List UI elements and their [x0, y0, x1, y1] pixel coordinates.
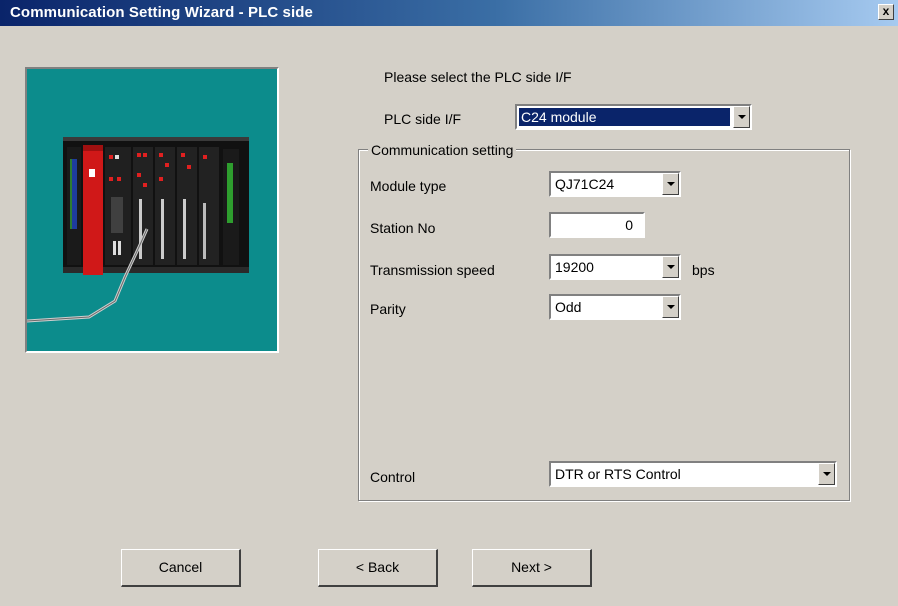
- control-value: DTR or RTS Control: [555, 466, 681, 482]
- module-type-label: Module type: [370, 178, 447, 194]
- chevron-down-icon[interactable]: [662, 256, 679, 278]
- chevron-down-icon[interactable]: [662, 296, 679, 318]
- back-button[interactable]: < Back: [318, 549, 438, 587]
- parity-value: Odd: [555, 299, 582, 315]
- control-label: Control: [370, 469, 416, 485]
- close-icon[interactable]: x: [878, 4, 894, 20]
- transmission-speed-unit: bps: [692, 262, 715, 278]
- plc-rack-illustration: [27, 69, 277, 351]
- transmission-speed-value: 19200: [555, 259, 594, 275]
- prompt-text: Please select the PLC side I/F: [384, 69, 572, 85]
- chevron-down-icon[interactable]: [818, 463, 835, 485]
- plc-side-if-value: C24 module: [519, 108, 730, 126]
- chevron-down-icon[interactable]: [733, 106, 750, 128]
- parity-label: Parity: [370, 301, 406, 317]
- module-type-select[interactable]: QJ71C24: [549, 171, 681, 197]
- plc-side-if-label: PLC side I/F: [384, 111, 462, 127]
- communication-setting-group: [358, 149, 850, 501]
- chevron-down-icon[interactable]: [662, 173, 679, 195]
- station-no-input[interactable]: 0: [549, 212, 645, 238]
- title-bar[interactable]: Communication Setting Wizard - PLC side …: [0, 0, 898, 26]
- transmission-speed-label: Transmission speed: [370, 262, 495, 278]
- plc-side-if-select[interactable]: C24 module: [515, 104, 752, 130]
- wizard-window: Communication Setting Wizard - PLC side …: [0, 0, 898, 606]
- plc-illustration: [25, 67, 279, 353]
- communication-setting-legend: Communication setting: [368, 142, 517, 158]
- cancel-button[interactable]: Cancel: [121, 549, 241, 587]
- station-no-label: Station No: [370, 220, 436, 236]
- window-title: Communication Setting Wizard - PLC side: [10, 4, 313, 21]
- control-select[interactable]: DTR or RTS Control: [549, 461, 837, 487]
- module-type-value: QJ71C24: [555, 176, 615, 192]
- transmission-speed-select[interactable]: 19200: [549, 254, 681, 280]
- next-button[interactable]: Next >: [472, 549, 592, 587]
- parity-select[interactable]: Odd: [549, 294, 681, 320]
